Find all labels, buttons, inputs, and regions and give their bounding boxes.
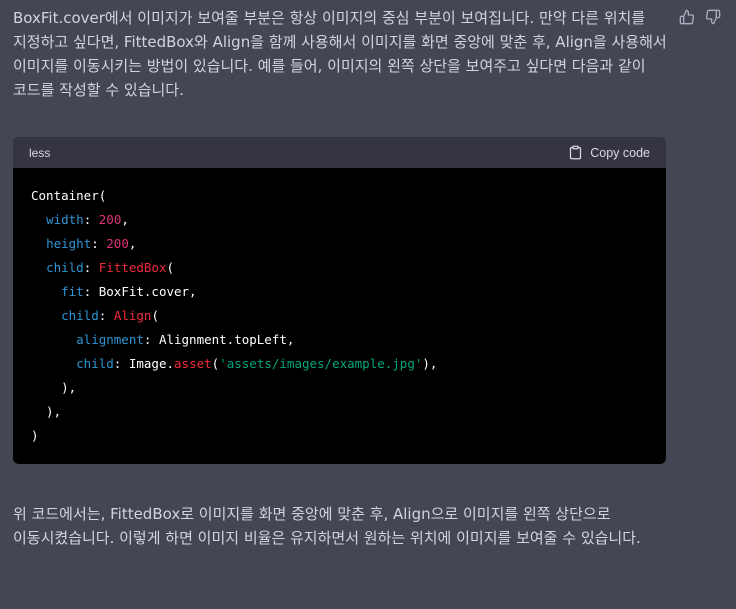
code-line: ),	[31, 400, 648, 424]
code-token: 200	[106, 236, 129, 251]
code-token: (	[166, 260, 175, 275]
code-content: Container( width: 200, height: 200, chil…	[13, 168, 666, 464]
code-token: asset	[174, 356, 212, 371]
intro-paragraph: BoxFit.cover에서 이미지가 보여줄 부분은 항상 이미지의 중심 부…	[13, 9, 667, 99]
code-token: : Image.	[113, 356, 175, 371]
code-token: child	[61, 308, 99, 323]
code-line: alignment: Alignment.topLeft,	[31, 328, 648, 352]
code-token: alignment	[76, 332, 144, 347]
code-line: ),	[31, 376, 648, 400]
code-token: 'assets/images/example.jpg'	[219, 356, 423, 371]
code-token: child	[76, 356, 114, 371]
code-line: child: FittedBox(	[31, 256, 648, 280]
code-token: (	[151, 308, 159, 323]
code-line: fit: BoxFit.cover,	[31, 280, 648, 304]
code-line: Container(	[31, 184, 648, 208]
code-block: less Copy code Container( width: 200, he…	[13, 137, 666, 464]
code-token: ,	[121, 212, 129, 227]
clipboard-icon	[570, 145, 582, 160]
code-line: height: 200,	[31, 232, 648, 256]
code-token: ),	[422, 356, 438, 371]
code-token: ),	[31, 404, 62, 419]
code-token: child	[46, 260, 84, 275]
outro-paragraph: 위 코드에서는, FittedBox로 이미지를 화면 중앙에 맞춘 후, Al…	[13, 505, 641, 547]
thumbs-down-icon[interactable]	[704, 8, 722, 26]
code-token: FittedBox	[98, 260, 167, 275]
code-token: :	[83, 212, 99, 227]
code-token: : BoxFit.cover,	[83, 284, 197, 299]
code-token: : Alignment.topLeft,	[143, 332, 295, 347]
copy-code-label: Copy code	[590, 145, 650, 160]
code-token: :	[91, 236, 107, 251]
code-token: width	[46, 212, 84, 227]
code-line: child: Image.asset('assets/images/exampl…	[31, 352, 648, 376]
code-token: ),	[31, 380, 77, 395]
code-token: Align	[113, 308, 152, 323]
code-token: ,	[128, 236, 137, 251]
code-token: )	[31, 428, 39, 443]
code-token: fit	[61, 284, 84, 299]
code-token: Container(	[31, 188, 107, 203]
feedback-buttons	[678, 8, 722, 26]
copy-code-button[interactable]: Copy code	[568, 145, 650, 160]
code-line: child: Align(	[31, 304, 648, 328]
thumbs-up-icon[interactable]	[678, 8, 696, 26]
code-token: :	[98, 308, 114, 323]
code-header: less Copy code	[13, 137, 666, 168]
code-token: :	[83, 260, 99, 275]
code-line: width: 200,	[31, 208, 648, 232]
code-token: height	[46, 236, 92, 251]
code-token: 200	[98, 212, 122, 227]
code-line: )	[31, 424, 648, 448]
code-language-label: less	[29, 145, 51, 160]
